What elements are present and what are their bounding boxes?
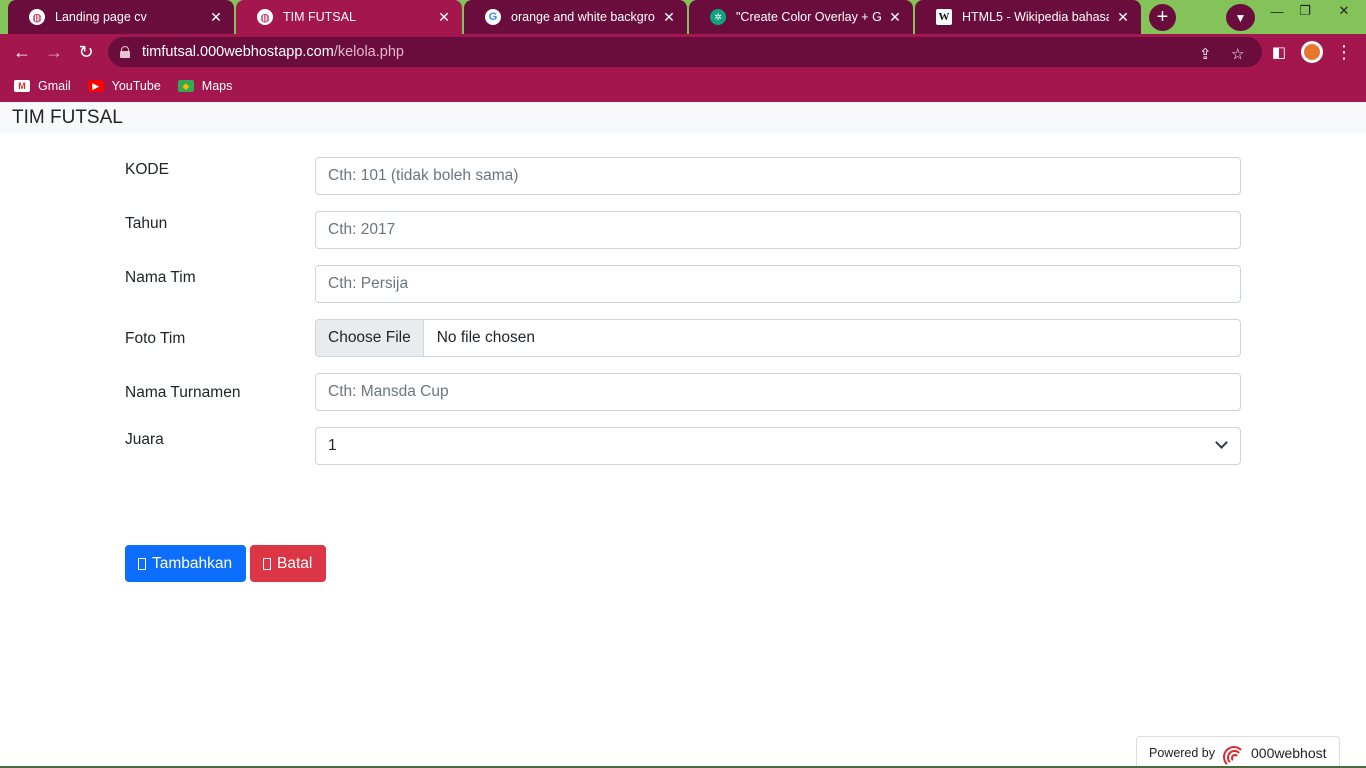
form-row-tahun: Tahun Cth: 2017 (125, 211, 1241, 249)
bookmark-label: YouTube (111, 79, 161, 93)
tahun-label: Tahun (125, 215, 168, 232)
batal-label: Batal (277, 554, 313, 572)
url-host: timfutsal.000webhostapp.com (142, 44, 334, 60)
foto-tim-label: Foto Tim (125, 330, 186, 347)
minimize-icon: — (1270, 3, 1284, 19)
file-status: No file chosen (436, 329, 535, 346)
chevron-down-icon (1215, 436, 1228, 449)
share-icon[interactable]: ⇪ (1199, 45, 1212, 63)
nama-tim-label: Nama Tim (125, 269, 196, 286)
navbar-brand[interactable]: TIM FUTSAL (12, 107, 123, 129)
webhost-logo-icon (1223, 744, 1246, 768)
bookmark-maps[interactable]: ◆ Maps (177, 79, 233, 93)
form-row-juara: Juara 1 (125, 427, 1241, 465)
globe-icon: ◍ (29, 9, 45, 25)
nama-turnamen-placeholder: Cth: Mansda Cup (328, 383, 449, 400)
tab-title: Landing page cv (55, 10, 147, 24)
lock-icon (120, 46, 130, 58)
tab-landing-page-cv[interactable]: ◍ Landing page cv ✕ (8, 0, 234, 34)
youtube-icon: ▶ (87, 80, 104, 92)
tab-strip: ◍ Landing page cv ✕ ◍ TIM FUTSAL ✕ G ora… (0, 0, 1366, 34)
menu-button[interactable]: ⋮ (1331, 39, 1357, 65)
arrow-right-icon: → (45, 41, 63, 62)
chevron-down-icon: ▼ (1234, 10, 1247, 25)
globe-icon: ◍ (257, 9, 273, 25)
chatgpt-icon: ✲ (710, 9, 726, 25)
tab-html5-wikipedia[interactable]: W HTML5 - Wikipedia bahasa Ind ✕ (915, 0, 1141, 34)
nama-tim-input[interactable]: Cth: Persija (315, 265, 1241, 303)
avatar-image (1304, 44, 1320, 60)
bookmarks-bar: M Gmail ▶ YouTube ◆ Maps (0, 70, 1366, 102)
side-panel-icon: ◧ (1271, 44, 1287, 61)
browser-toolbar: ← → ↻ timfutsal.000webhostapp.com/kelola… (0, 34, 1366, 70)
gmail-icon: M (14, 80, 30, 92)
kode-label: KODE (125, 161, 169, 178)
page-content: TIM FUTSAL KODE Cth: 101 (tidak boleh sa… (0, 102, 1366, 768)
juara-label: Juara (125, 431, 164, 448)
nama-turnamen-label: Nama Turnamen (125, 384, 241, 401)
reload-icon: ↻ (78, 41, 94, 62)
reload-button[interactable]: ↻ (73, 39, 99, 65)
side-panel-button[interactable]: ◧ (1266, 39, 1292, 65)
form-row-foto-tim: Foto Tim Choose File No file chosen (125, 319, 1241, 357)
tahun-placeholder: Cth: 2017 (328, 221, 396, 238)
kode-placeholder: Cth: 101 (tidak boleh sama) (328, 167, 519, 184)
bookmark-label: Gmail (38, 79, 71, 93)
plus-icon: + (1156, 6, 1169, 28)
webhost-brand-text: 000webhost (1251, 744, 1327, 761)
tab-title: HTML5 - Wikipedia bahasa Ind (962, 10, 1109, 24)
tab-title: TIM FUTSAL (283, 10, 356, 24)
minimize-button[interactable]: — (1262, 0, 1292, 22)
tab-search-button[interactable]: ▼ (1226, 4, 1255, 31)
restore-icon: ❐ (1299, 3, 1311, 18)
tambahkan-label: Tambahkan (152, 554, 233, 572)
tab-orange-background[interactable]: G orange and white background ✕ (464, 0, 687, 34)
navbar: TIM FUTSAL (0, 102, 1366, 133)
maps-icon: ◆ (177, 80, 194, 92)
powered-by-badge[interactable]: Powered by 000webhost (1136, 736, 1340, 768)
powered-by-text: Powered by (1149, 745, 1216, 760)
close-icon[interactable]: ✕ (1115, 9, 1131, 26)
nama-turnamen-input[interactable]: Cth: Mansda Cup (315, 373, 1241, 411)
back-button[interactable]: ← (9, 39, 35, 65)
more-vert-icon: ⋮ (1335, 41, 1353, 62)
batal-button[interactable]: Batal (250, 545, 326, 582)
restore-button[interactable]: ❐ (1290, 0, 1320, 22)
nama-tim-placeholder: Cth: Persija (328, 275, 409, 292)
juara-selected-value: 1 (328, 437, 337, 454)
new-tab-button[interactable]: + (1149, 4, 1176, 31)
tab-tim-futsal[interactable]: ◍ TIM FUTSAL ✕ (236, 0, 462, 34)
close-icon[interactable]: ✕ (887, 9, 903, 26)
close-window-button[interactable]: ✕ (1322, 0, 1366, 22)
url-path: /kelola.php (333, 44, 404, 60)
form-row-kode: KODE Cth: 101 (tidak boleh sama) (125, 157, 1241, 195)
address-bar[interactable]: timfutsal.000webhostapp.com/kelola.php ⇪… (108, 37, 1262, 67)
close-icon[interactable]: ✕ (208, 9, 224, 26)
profile-avatar[interactable] (1301, 41, 1323, 63)
arrow-left-icon: ← (13, 41, 31, 62)
wikipedia-icon: W (936, 9, 952, 25)
tambahkan-button[interactable]: Tambahkan (125, 545, 246, 582)
tab-title: orange and white background (511, 10, 655, 24)
close-icon[interactable]: ✕ (436, 9, 452, 26)
bookmark-youtube[interactable]: ▶ YouTube (87, 79, 161, 93)
google-icon: G (485, 9, 501, 25)
form-row-nama-turnamen: Nama Turnamen Cth: Mansda Cup (125, 373, 1241, 411)
juara-select[interactable]: 1 (315, 427, 1241, 465)
tab-title: "Create Color Overlay + Gradie (736, 10, 881, 24)
cancel-icon (263, 557, 271, 570)
close-icon: ✕ (1338, 3, 1350, 18)
choose-file-button[interactable]: Choose File (316, 320, 424, 356)
tab-create-color-overlay[interactable]: ✲ "Create Color Overlay + Gradie ✕ (689, 0, 913, 34)
form-row-nama-tim: Nama Tim Cth: Persija (125, 265, 1241, 303)
foto-tim-file-input[interactable]: Choose File No file chosen (315, 319, 1241, 357)
add-icon (138, 557, 146, 570)
tahun-input[interactable]: Cth: 2017 (315, 211, 1241, 249)
close-icon[interactable]: ✕ (661, 9, 677, 26)
bookmark-label: Maps (201, 79, 233, 93)
kode-input[interactable]: Cth: 101 (tidak boleh sama) (315, 157, 1241, 195)
bookmark-gmail[interactable]: M Gmail (14, 79, 71, 93)
forward-button[interactable]: → (41, 39, 67, 65)
star-icon[interactable]: ☆ (1231, 45, 1244, 63)
